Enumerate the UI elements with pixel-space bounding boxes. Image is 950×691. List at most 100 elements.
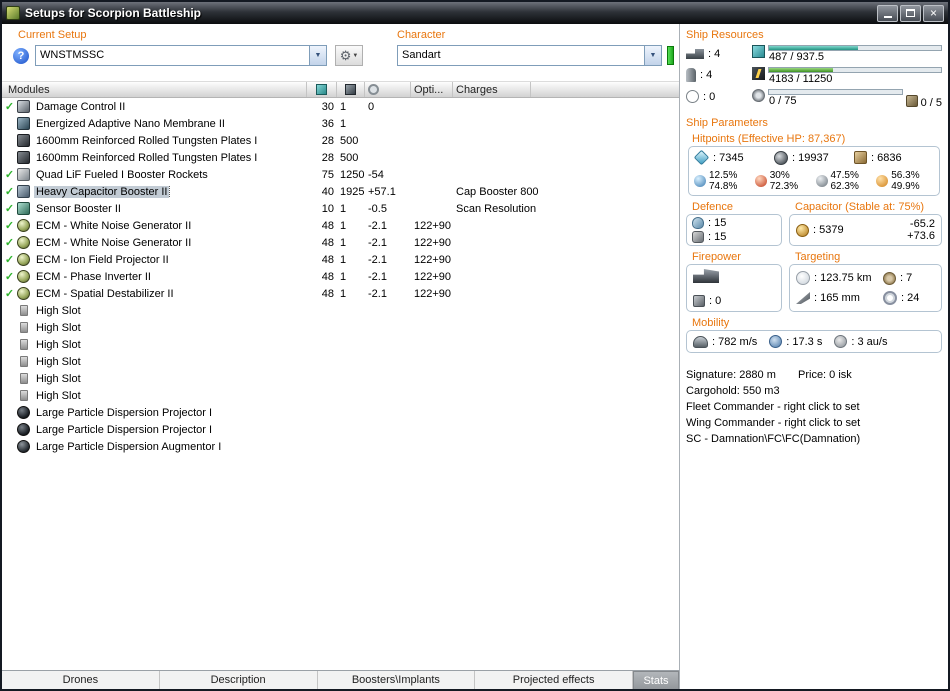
shield-explosive-resist: 56.3% — [891, 170, 920, 181]
shield-kinetic-resist: 47.5% — [830, 170, 859, 181]
titlebar[interactable]: Setups for Scorpion Battleship × — [2, 2, 948, 24]
wing-commander-text[interactable]: Wing Commander - right click to set — [686, 415, 942, 431]
powergrid-column-header[interactable] — [337, 82, 365, 97]
scan-resolution: 165 mm — [796, 291, 883, 305]
module-cpu-value: 36 — [321, 117, 334, 130]
tools-button[interactable]: ⚙ ▼ — [335, 45, 363, 66]
module-row[interactable]: ✓ ECM - White Noise Generator II 48 1 -2… — [2, 217, 679, 234]
tab-description[interactable]: Description — [160, 671, 318, 689]
capacitor-box: 5379 -65.2 +73.6 — [789, 214, 942, 246]
fitting-panel: Current Setup ? WNSTMSSC ▼ ⚙ ▼ Character… — [2, 24, 680, 689]
module-row[interactable]: High Slot — [2, 336, 679, 353]
module-row[interactable]: High Slot — [2, 319, 679, 336]
ecm-icon — [17, 236, 30, 249]
targeting-label: Targeting — [795, 251, 841, 263]
module-row[interactable]: High Slot — [2, 387, 679, 404]
armor-defence-icon — [692, 231, 704, 243]
optimal-column-header[interactable]: Opti... — [411, 82, 453, 97]
tab-boosters-implants[interactable]: Boosters\Implants — [318, 671, 476, 689]
rig-slot-icon — [905, 95, 918, 107]
fleet-commander-text[interactable]: Fleet Commander - right click to set — [686, 399, 942, 415]
hull-icon — [854, 151, 867, 164]
module-row[interactable]: ✓ Heavy Capacitor Booster II 40 1925 +57… — [2, 183, 679, 200]
high-slot-icon — [20, 305, 28, 316]
minimize-button[interactable] — [877, 4, 898, 22]
character-combo[interactable]: Sandart ▼ — [397, 45, 662, 66]
hitpoints-label: Hitpoints (Effective HP: 87,367) — [692, 133, 846, 145]
module-row[interactable]: Large Particle Dispersion Augmentor I — [2, 438, 679, 455]
module-optimal-value: 122+90 — [414, 219, 452, 232]
turret-hardpoints: 4 — [686, 48, 748, 60]
setup-combo-arrow-icon[interactable]: ▼ — [309, 46, 326, 65]
module-powergrid-value: 1 — [340, 219, 347, 232]
mobility-label: Mobility — [692, 317, 730, 329]
window-title: Setups for Scorpion Battleship — [25, 6, 202, 20]
close-button[interactable]: × — [923, 4, 944, 22]
module-row[interactable]: ✓ Quad LiF Fueled I Booster Rockets 75 1… — [2, 166, 679, 183]
capacitor-column-header[interactable] — [365, 82, 411, 97]
help-button[interactable]: ? — [13, 48, 29, 64]
module-name: Energized Adaptive Nano Membrane II — [36, 117, 225, 130]
charges-column-header[interactable]: Charges — [453, 82, 531, 97]
module-cpu-value: 48 — [321, 219, 334, 232]
maximize-button[interactable] — [900, 4, 921, 22]
damage-control-icon — [17, 100, 30, 113]
window-controls: × — [877, 4, 944, 22]
module-powergrid-value: 1 — [340, 202, 347, 215]
tools-dropdown-arrow-icon: ▼ — [352, 52, 359, 59]
em-resists: 12.5% 74.8% — [694, 170, 752, 192]
module-row[interactable]: Large Particle Dispersion Projector I — [2, 404, 679, 421]
firepower-turret-icon — [693, 269, 719, 283]
ecm-icon — [17, 219, 30, 232]
ship-resources: 4 4 0 487 / — [686, 45, 942, 109]
module-row[interactable]: ✓ Sensor Booster II 10 1 -0.5 Scan Resol… — [2, 200, 679, 217]
firepower-volley-value: 0 — [709, 295, 721, 307]
module-row[interactable]: High Slot — [2, 370, 679, 387]
character-combo-arrow-icon[interactable]: ▼ — [644, 46, 661, 65]
module-powergrid-value: 1925 — [340, 185, 365, 198]
modules-column-header[interactable]: Modules — [2, 82, 307, 97]
module-row[interactable]: Energized Adaptive Nano Membrane II 36 1 — [2, 115, 679, 132]
max-targets-icon — [883, 271, 896, 285]
module-powergrid-value: 1 — [340, 270, 347, 283]
module-cpu-value: 28 — [321, 151, 334, 164]
targeting-range-value: 123.75 km — [814, 272, 871, 284]
tab-drones[interactable]: Drones — [2, 671, 160, 689]
module-name: Large Particle Dispersion Projector I — [36, 423, 213, 436]
module-row[interactable]: Large Particle Dispersion Projector I — [2, 421, 679, 438]
dps-icon — [693, 295, 705, 307]
module-cpu-value: 48 — [321, 287, 334, 300]
module-row[interactable]: High Slot — [2, 302, 679, 319]
setup-combo[interactable]: WNSTMSSC ▼ — [35, 45, 327, 66]
module-powergrid-value: 1250 — [340, 168, 365, 181]
cpu-icon — [316, 84, 327, 95]
cpu-column-header[interactable] — [307, 82, 337, 97]
module-powergrid-value: 500 — [340, 134, 359, 147]
warp-speed: 3 au/s — [834, 335, 887, 348]
max-targets: 7 — [883, 271, 935, 285]
module-row[interactable]: ✓ Damage Control II 30 1 0 — [2, 98, 679, 115]
powergrid-bolt-icon — [752, 67, 765, 80]
launcher-hardpoints-icon — [686, 68, 696, 82]
squad-commander-text[interactable]: SC - Damnation\FC\FC(Damnation) — [686, 431, 942, 447]
tabbar: Drones Description Boosters\Implants Projec… — [2, 670, 679, 689]
high-slot-icon — [20, 339, 28, 350]
module-cap-value: -2.1 — [368, 236, 387, 249]
module-row[interactable]: ✓ ECM - White Noise Generator II 48 1 -2… — [2, 234, 679, 251]
top-controls: Current Setup ? WNSTMSSC ▼ ⚙ ▼ Character… — [2, 24, 679, 81]
tab-projected-effects[interactable]: Projected effects — [475, 671, 633, 689]
firepower-box: 0 — [686, 264, 782, 312]
shield-hitpoints: 7345 — [693, 149, 774, 166]
tab-stats[interactable]: Stats — [633, 671, 679, 689]
module-row[interactable]: ✓ ECM - Ion Field Projector II 48 1 -2.1… — [2, 251, 679, 268]
high-slot-icon — [20, 356, 28, 367]
module-row[interactable]: High Slot — [2, 353, 679, 370]
module-row[interactable]: 1600mm Reinforced Rolled Tungsten Plates… — [2, 149, 679, 166]
cpu-chip-icon — [752, 45, 765, 58]
turret-hardpoints-value: 4 — [708, 48, 720, 60]
module-row[interactable]: ✓ ECM - Spatial Destabilizer II 48 1 -2.… — [2, 285, 679, 302]
module-name: Damage Control II — [36, 100, 126, 113]
module-row[interactable]: ✓ ECM - Phase Inverter II 48 1 -2.1 122+… — [2, 268, 679, 285]
module-row[interactable]: 1600mm Reinforced Rolled Tungsten Plates… — [2, 132, 679, 149]
high-slot-icon — [20, 322, 28, 333]
